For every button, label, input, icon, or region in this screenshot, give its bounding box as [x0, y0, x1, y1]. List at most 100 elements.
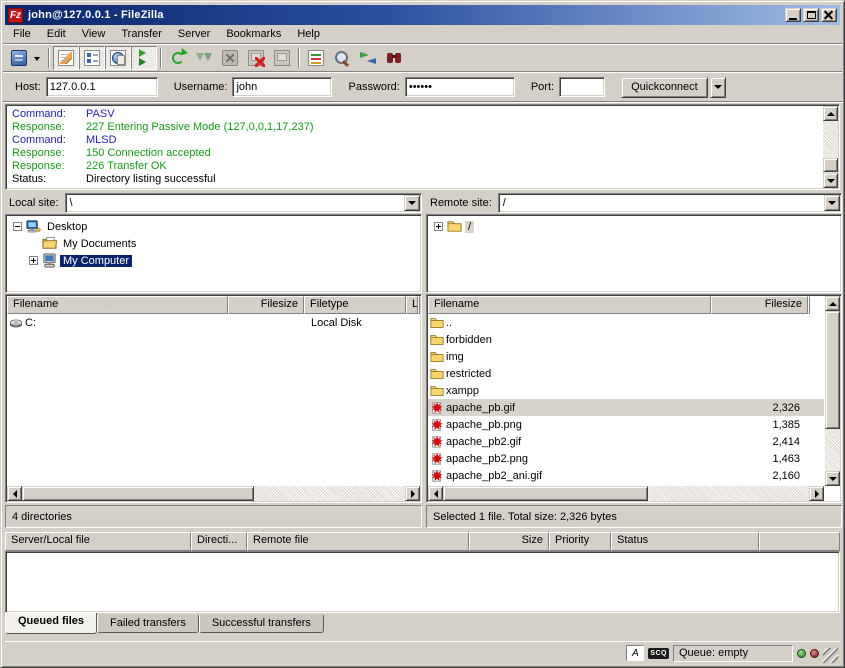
menu-item[interactable]: File — [5, 26, 39, 42]
queue-tab[interactable]: Successful transfers — [199, 615, 324, 633]
reconnect-icon[interactable] — [269, 46, 295, 70]
file-row[interactable]: apache_pb2.gif 2,414 — [428, 433, 824, 450]
log-scrollbar[interactable] — [823, 106, 838, 188]
remote-list-vscrollbar[interactable] — [825, 296, 840, 486]
tree-expander[interactable] — [434, 222, 443, 231]
synchronized-browsing-icon[interactable] — [355, 46, 381, 70]
site-manager-icon[interactable] — [7, 46, 45, 70]
file-row[interactable]: apache_pb2.png 1,463 — [428, 450, 824, 467]
local-status-bar: 4 directories — [5, 505, 422, 528]
menu-item[interactable]: View — [74, 26, 114, 42]
remote-site-dropdown[interactable] — [824, 195, 840, 211]
local-directory-tree: Desktop My Documents My Computer — [5, 214, 422, 293]
tree-item[interactable]: My Documents — [8, 235, 419, 252]
column-header[interactable]: Server/Local file — [5, 532, 191, 551]
file-row[interactable]: forbidden — [428, 331, 824, 348]
directory-comparison-icon[interactable] — [329, 46, 355, 70]
cancel-operation-icon[interactable] — [217, 46, 243, 70]
queue-tab[interactable]: Queued files — [5, 613, 97, 634]
scrollbar-thumb[interactable] — [823, 158, 838, 172]
remote-list-hscrollbar[interactable] — [428, 486, 824, 501]
tree-expander[interactable] — [29, 256, 38, 265]
local-list-hscrollbar[interactable] — [7, 486, 420, 501]
column-header[interactable]: Filename — [7, 296, 228, 314]
speedlimit-badge-icon: SCQ — [648, 648, 669, 659]
scroll-left-button[interactable] — [428, 486, 443, 501]
local-site-dropdown[interactable] — [404, 195, 420, 211]
local-site-combo[interactable]: \ — [65, 193, 422, 213]
toggle-remote-tree-icon[interactable] — [105, 46, 131, 70]
port-input[interactable] — [559, 77, 605, 97]
quickconnect-dropdown-button[interactable] — [710, 77, 726, 98]
remote-site-combo[interactable]: / — [498, 193, 842, 213]
tree-item[interactable]: / — [429, 218, 839, 235]
toolbar — [5, 45, 840, 71]
column-header[interactable]: Directi... — [191, 532, 247, 551]
titlebar[interactable]: Fz john@127.0.0.1 - FileZilla — [5, 5, 840, 25]
column-header[interactable]: Status — [611, 532, 759, 551]
column-header[interactable]: Size — [469, 532, 549, 551]
column-header[interactable]: L — [406, 296, 418, 314]
log-line: Status:Directory listing successful — [12, 173, 817, 186]
toggle-transfer-queue-icon[interactable] — [131, 46, 157, 70]
scroll-up-button[interactable] — [825, 296, 840, 311]
file-name: apache_pb2.gif — [446, 436, 713, 448]
file-row[interactable]: .. — [428, 314, 824, 331]
menu-item[interactable]: Transfer — [113, 26, 170, 42]
username-label: Username: — [174, 81, 228, 93]
minimize-button[interactable] — [785, 8, 801, 22]
disconnect-icon[interactable] — [243, 46, 269, 70]
port-label: Port: — [531, 81, 554, 93]
process-queue-icon[interactable] — [191, 46, 217, 70]
toolbar-icon-art — [84, 50, 100, 66]
close-button[interactable] — [821, 8, 837, 22]
refresh-icon[interactable] — [165, 46, 191, 70]
scroll-right-button[interactable] — [809, 486, 824, 501]
scroll-up-button[interactable] — [823, 106, 838, 121]
queue-tab[interactable]: Failed transfers — [97, 615, 199, 633]
file-row[interactable]: restricted — [428, 365, 824, 382]
toggle-message-log-icon[interactable] — [53, 46, 79, 70]
window-title: john@127.0.0.1 - FileZilla — [28, 9, 783, 21]
scrollbar-thumb[interactable] — [825, 311, 840, 429]
scroll-left-button[interactable] — [7, 486, 22, 501]
scroll-down-button[interactable] — [825, 471, 840, 486]
column-header[interactable]: Filetype — [304, 296, 406, 314]
maximize-button[interactable] — [803, 8, 819, 22]
username-input[interactable] — [232, 77, 332, 97]
quickconnect-button[interactable]: Quickconnect — [621, 77, 708, 98]
host-input[interactable] — [46, 77, 158, 97]
quickconnect-bar: Host: Username: Password: Port: Quickcon… — [5, 73, 840, 101]
file-row[interactable]: apache_pb.gif 2,326 — [428, 399, 824, 416]
tree-item[interactable]: Desktop — [8, 218, 419, 235]
scrollbar-thumb[interactable] — [22, 486, 254, 501]
scroll-down-button[interactable] — [823, 173, 838, 188]
tree-item[interactable]: My Computer — [8, 252, 419, 269]
column-header[interactable]: Filename — [428, 296, 711, 314]
menu-item[interactable]: Bookmarks — [218, 26, 289, 42]
log-text: 150 Connection accepted — [86, 147, 211, 160]
column-header[interactable]: Filesize — [228, 296, 304, 314]
file-row[interactable]: apache_pb2_ani.gif 2,160 — [428, 467, 824, 484]
column-header[interactable]: Remote file — [247, 532, 469, 551]
scroll-right-button[interactable] — [405, 486, 420, 501]
file-row[interactable]: img — [428, 348, 824, 365]
log-line: Command:PASV — [12, 108, 817, 121]
scrollbar-thumb[interactable] — [443, 486, 648, 501]
resize-grip[interactable] — [823, 648, 838, 663]
column-header[interactable]: Priority — [549, 532, 611, 551]
filter-icon[interactable] — [303, 46, 329, 70]
file-row[interactable]: xampp — [428, 382, 824, 399]
file-row[interactable]: C: Local Disk — [7, 314, 420, 331]
menu-item[interactable]: Edit — [39, 26, 74, 42]
tree-expander[interactable] — [13, 222, 22, 231]
column-header[interactable]: Filesize — [711, 296, 808, 314]
log-text: 226 Transfer OK — [86, 160, 167, 173]
menu-item[interactable]: Server — [170, 26, 218, 42]
password-input[interactable] — [405, 77, 515, 97]
find-files-icon[interactable] — [381, 46, 407, 70]
log-text: 227 Entering Passive Mode (127,0,0,1,17,… — [86, 121, 313, 134]
menu-item[interactable]: Help — [289, 26, 328, 42]
toggle-local-tree-icon[interactable] — [79, 46, 105, 70]
file-row[interactable]: apache_pb.png 1,385 — [428, 416, 824, 433]
